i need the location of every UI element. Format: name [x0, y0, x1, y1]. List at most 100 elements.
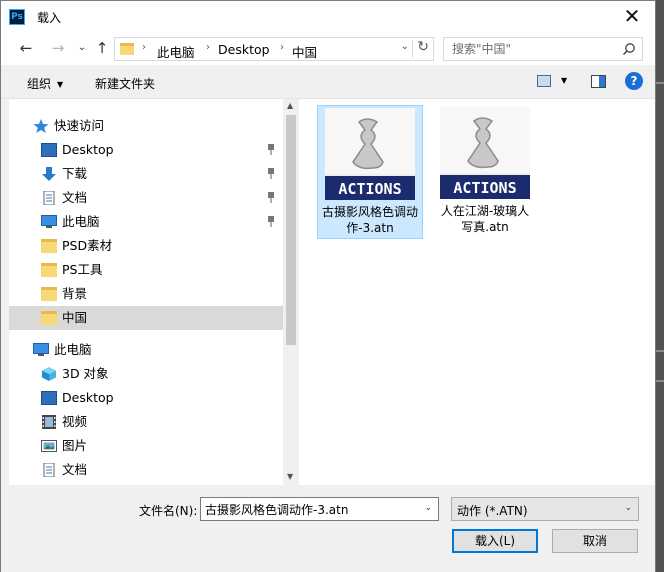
view-options-caret-icon[interactable]: ▼	[561, 76, 567, 85]
document-icon	[43, 191, 55, 205]
navigation-scrollbar[interactable]: ▲ ▼	[283, 99, 299, 485]
nav-quick-access[interactable]: 快速访问	[9, 114, 283, 138]
video-icon	[42, 415, 56, 429]
refresh-icon[interactable]: ↻	[417, 39, 429, 55]
download-icon	[42, 167, 56, 181]
breadcrumb-this-pc[interactable]: 此电脑	[157, 42, 195, 61]
nav-quick-psd-assets[interactable]: PSD素材	[9, 234, 283, 258]
nav-label: 背景	[62, 286, 88, 301]
search-input[interactable]	[452, 40, 612, 58]
folder-icon	[41, 311, 57, 325]
nav-quick-documents[interactable]: 文档	[9, 186, 283, 210]
nav-pc-3d-objects[interactable]: 3D 对象	[9, 362, 283, 386]
pictures-icon	[41, 440, 57, 452]
forward-arrow-icon[interactable]: →	[47, 39, 69, 59]
nav-quick-this-pc[interactable]: 此电脑	[9, 210, 283, 234]
nav-pc-videos[interactable]: 视频	[9, 410, 283, 434]
load-button[interactable]: 载入(L)	[452, 529, 538, 553]
search-icon[interactable]	[622, 42, 636, 56]
title-bar: Ps 载入 ✕	[1, 1, 655, 32]
filename-label: 文件名(N):	[139, 504, 198, 518]
file-item[interactable]: ACTIONS 古摄影风格色调动作-3.atn	[317, 105, 423, 239]
nav-label: 此电脑	[54, 342, 92, 357]
new-folder-button[interactable]: 新建文件夹	[95, 75, 155, 92]
nav-pc-pictures[interactable]: 图片	[9, 434, 283, 458]
scroll-up-icon[interactable]: ▲	[287, 101, 293, 110]
address-dropdown-chevron-icon[interactable]: ⌄	[401, 41, 409, 52]
actions-banner-text: ACTIONS	[338, 180, 401, 198]
change-view-icon[interactable]	[537, 75, 551, 87]
nav-quick-downloads[interactable]: 下载	[9, 162, 283, 186]
nav-label: 3D 对象	[62, 366, 109, 381]
filename-input[interactable]	[205, 501, 410, 517]
address-row: ← → ⌄ ↑ › 此电脑 › Desktop › 中国 ⌄ ↻	[1, 32, 655, 65]
file-name: 古摄影风格色调动作-3.atn	[321, 205, 418, 235]
nav-label: PSD素材	[62, 238, 113, 253]
pin-icon	[268, 168, 274, 179]
file-item[interactable]: ACTIONS 人在江湖-玻璃人写真.atn	[433, 105, 539, 239]
filetype-value: 动作 (*.ATN)	[457, 504, 528, 518]
scroll-down-icon[interactable]: ▼	[287, 472, 293, 481]
folder-icon	[41, 239, 57, 253]
nav-label: 文档	[62, 462, 88, 477]
folder-icon	[41, 263, 57, 277]
actions-file-icon: ACTIONS	[440, 107, 530, 199]
nav-pc-desktop[interactable]: Desktop	[9, 386, 283, 410]
nav-label: Desktop	[62, 142, 114, 157]
desktop-icon	[41, 391, 57, 405]
address-divider	[412, 40, 413, 58]
up-arrow-icon[interactable]: ↑	[91, 39, 113, 59]
back-arrow-icon[interactable]: ←	[15, 39, 37, 59]
nav-quick-ps-tools[interactable]: PS工具	[9, 258, 283, 282]
cancel-button[interactable]: 取消	[552, 529, 638, 553]
chevron-down-icon[interactable]: ⌄	[624, 503, 632, 513]
background-strip	[656, 380, 664, 382]
file-name: 人在江湖-玻璃人写真.atn	[440, 204, 530, 234]
organize-menu-button[interactable]: 组织 ▼	[27, 75, 63, 92]
filetype-select[interactable]: 动作 (*.ATN) ⌄	[451, 497, 639, 521]
help-icon[interactable]: ?	[625, 72, 643, 90]
breadcrumb-separator-icon: ›	[280, 42, 284, 53]
nav-label: 此电脑	[62, 214, 100, 229]
scrollbar-thumb[interactable]	[286, 115, 296, 345]
nav-quick-desktop[interactable]: Desktop	[9, 138, 283, 162]
nav-label: 图片	[62, 438, 88, 453]
breadcrumb-china[interactable]: 中国	[292, 42, 317, 61]
pin-icon	[268, 192, 274, 203]
actions-banner-text: ACTIONS	[453, 179, 516, 197]
nav-quick-china[interactable]: 中国	[9, 306, 283, 330]
nav-label: 下载	[62, 166, 88, 181]
chevron-down-icon[interactable]: ⌄	[424, 503, 432, 513]
document-icon	[43, 463, 55, 477]
desktop-icon	[41, 143, 57, 157]
background-strip	[656, 350, 664, 352]
dialog-title: 载入	[37, 11, 62, 25]
computer-icon	[33, 343, 49, 356]
search-box[interactable]	[443, 37, 643, 61]
3d-objects-icon	[42, 367, 56, 381]
filename-combobox[interactable]: ⌄	[200, 497, 439, 521]
nav-pc-documents[interactable]: 文档	[9, 458, 283, 482]
actions-file-icon: ACTIONS	[325, 108, 415, 200]
caret-down-icon: ▼	[57, 80, 64, 89]
computer-icon	[41, 215, 57, 228]
close-button[interactable]: ✕	[609, 1, 655, 32]
recent-locations-chevron-icon[interactable]: ⌄	[71, 39, 93, 59]
pin-icon	[268, 216, 274, 227]
dialog-footer: 文件名(N): ⌄ 动作 (*.ATN) ⌄ 载入(L) 取消	[1, 485, 655, 572]
nav-label: 中国	[62, 310, 88, 325]
nav-label: 快速访问	[54, 118, 105, 133]
background-strip	[656, 82, 664, 84]
folder-icon	[41, 287, 57, 301]
nav-label: 视频	[62, 414, 88, 429]
photoshop-logo-icon: Ps	[9, 9, 25, 25]
star-icon	[33, 119, 49, 133]
folder-icon	[120, 43, 134, 55]
address-bar[interactable]: › 此电脑 › Desktop › 中国 ⌄ ↻	[114, 37, 434, 61]
breadcrumb-desktop[interactable]: Desktop	[218, 42, 270, 57]
nav-quick-backgrounds[interactable]: 背景	[9, 282, 283, 306]
preview-pane-icon[interactable]	[591, 75, 606, 88]
breadcrumb-separator-icon: ›	[142, 42, 146, 53]
organize-label: 组织	[27, 77, 52, 91]
nav-this-pc[interactable]: 此电脑	[9, 338, 283, 362]
